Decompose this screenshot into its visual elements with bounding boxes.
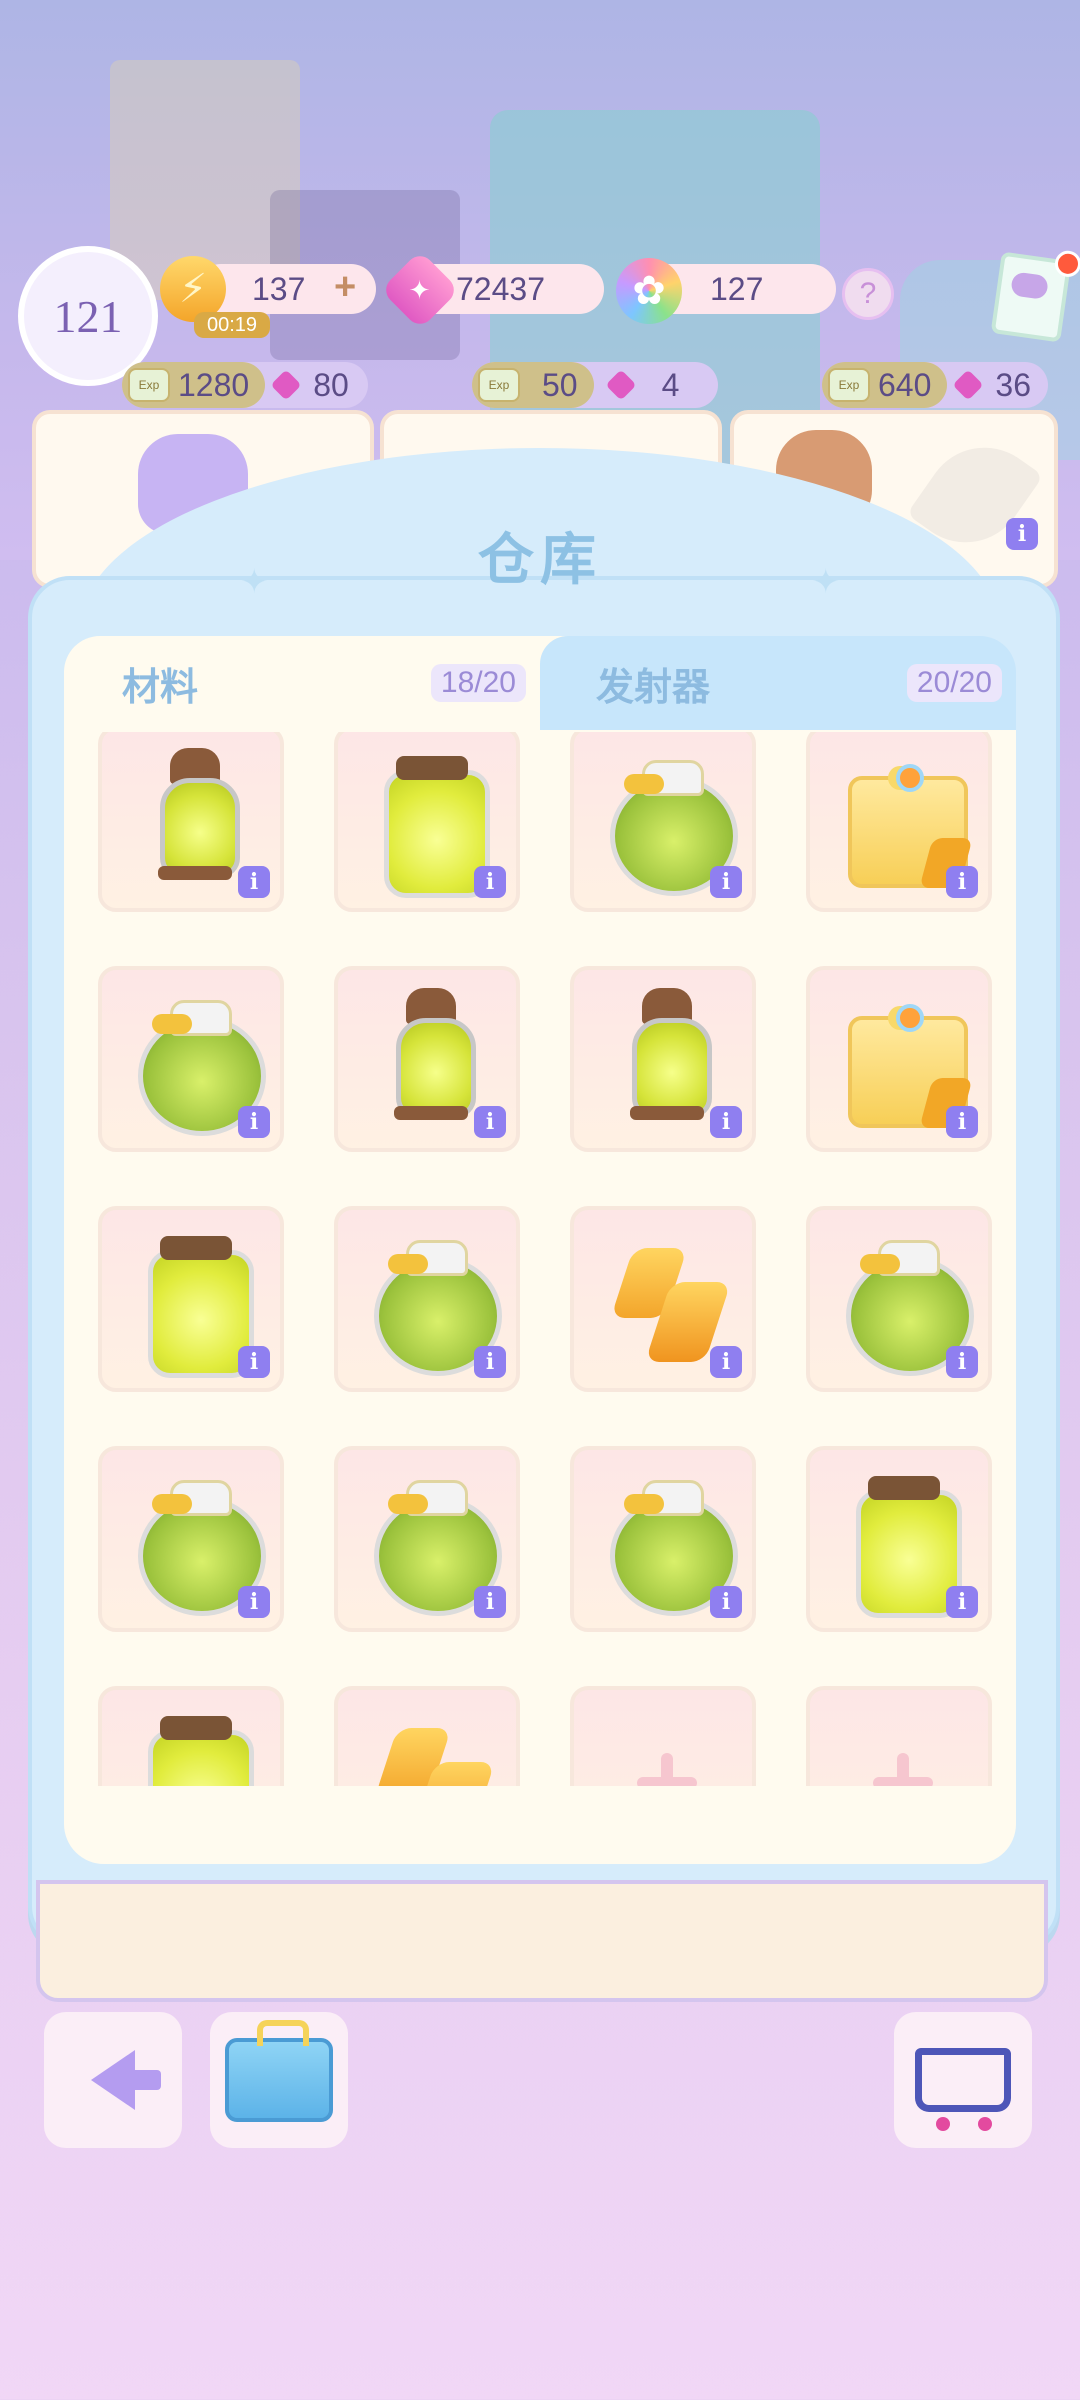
order-reward-1: Exp 1280 80: [122, 362, 368, 408]
info-icon[interactable]: i: [710, 1106, 742, 1138]
pink-gem-icon: [605, 369, 637, 401]
exp-value: 1280: [178, 366, 250, 403]
info-icon[interactable]: i: [474, 1346, 506, 1378]
item-slot[interactable]: i: [98, 1206, 284, 1392]
info-icon[interactable]: i: [238, 1346, 270, 1378]
item-slot[interactable]: i: [98, 732, 284, 912]
energy-value: 137: [252, 270, 306, 307]
toolbox-button[interactable]: [210, 2012, 348, 2148]
info-icon[interactable]: i: [474, 1106, 506, 1138]
tab-emitters-count: 20/20: [906, 664, 1002, 702]
item-slot[interactable]: i: [98, 966, 284, 1152]
info-icon[interactable]: i: [710, 1346, 742, 1378]
tab-materials-label: 材料: [122, 666, 199, 709]
info-icon[interactable]: i: [946, 866, 978, 898]
energy-timer: 00:19: [194, 312, 270, 338]
exp-chip: Exp 50: [472, 362, 594, 408]
info-icon[interactable]: i: [238, 1586, 270, 1618]
info-icon[interactable]: i: [474, 866, 506, 898]
gem-reward-value: 4: [661, 366, 680, 403]
info-icon[interactable]: i: [946, 1586, 978, 1618]
tab-emitters[interactable]: 发射器 20/20: [540, 636, 1016, 730]
item-slot[interactable]: i: [806, 1206, 992, 1392]
info-icon[interactable]: i: [238, 1106, 270, 1138]
tab-materials[interactable]: 材料 18/20: [64, 636, 540, 730]
info-icon[interactable]: i: [238, 866, 270, 898]
back-arrow-icon: [91, 2050, 161, 2110]
help-button[interactable]: ?: [842, 268, 894, 320]
add-energy-button[interactable]: +: [334, 266, 356, 309]
gem-reward-value: 36: [995, 366, 1031, 403]
item-slot[interactable]: i: [806, 1446, 992, 1632]
sparkle-icon: ✦: [811, 563, 841, 601]
add-slot-icon: [637, 1753, 697, 1786]
info-icon[interactable]: i: [946, 1106, 978, 1138]
gem-reward-value: 80: [313, 366, 349, 403]
exp-chip: Exp 640: [822, 362, 948, 408]
card-album-button[interactable]: [990, 249, 1080, 343]
info-icon[interactable]: i: [710, 866, 742, 898]
item-slot[interactable]: i: [806, 966, 992, 1152]
add-slot-icon: [873, 1753, 933, 1786]
back-button[interactable]: [44, 2012, 182, 2148]
warehouse-title: 仓库: [478, 527, 602, 593]
toolbox-icon: [225, 2020, 333, 2122]
item-slot[interactable]: i: [570, 1446, 756, 1632]
sparkle-icon: ✦: [240, 563, 269, 601]
pink-gem-icon: [952, 369, 984, 401]
tab-materials-count: 18/20: [430, 664, 526, 702]
item-slot[interactable]: i: [334, 1206, 520, 1392]
jar-icon: [130, 1708, 260, 1786]
lightning-bolts-icon: [366, 1708, 496, 1786]
order-reward-3: Exp 640 36: [822, 362, 1048, 408]
pink-gem-icon: [270, 369, 302, 401]
order-reward-2: Exp 50 4: [472, 362, 718, 408]
exp-icon: Exp: [478, 368, 520, 402]
item-slot[interactable]: i: [570, 732, 756, 912]
cloud-icon: [1010, 271, 1050, 301]
tab-emitters-label: 发射器: [596, 666, 711, 709]
exp-icon: Exp: [128, 368, 170, 402]
info-icon[interactable]: i: [474, 1586, 506, 1618]
player-level: 121: [53, 290, 123, 342]
item-slot[interactable]: i: [334, 1686, 520, 1786]
exp-value: 50: [542, 366, 578, 403]
shop-cart-button[interactable]: [894, 2012, 1032, 2148]
item-slot[interactable]: i: [570, 1206, 756, 1392]
info-icon[interactable]: i: [946, 1346, 978, 1378]
item-slot[interactable]: i: [334, 732, 520, 912]
item-slot[interactable]: i: [570, 966, 756, 1152]
shopping-cart-icon: [915, 2048, 1011, 2131]
shop-counter: [36, 1880, 1048, 2002]
exp-chip: Exp 1280: [122, 362, 266, 408]
warehouse-title-banner: ✦ 仓库 ✦: [240, 500, 840, 610]
item-slot[interactable]: i: [334, 1446, 520, 1632]
exp-value: 640: [878, 366, 932, 403]
item-slot[interactable]: i: [98, 1686, 284, 1786]
warehouse-item-grid: iiiiiiiiiiiiiiiiii: [64, 732, 1016, 1786]
star-value: 127: [710, 270, 764, 307]
info-icon[interactable]: i: [710, 1586, 742, 1618]
info-icon[interactable]: i: [1006, 518, 1038, 550]
empty-item-slot[interactable]: [806, 1686, 992, 1786]
gem-value: 72437: [456, 270, 545, 307]
rainbow-star-icon: ✿: [616, 258, 682, 324]
item-slot[interactable]: i: [98, 1446, 284, 1632]
item-slot[interactable]: i: [806, 732, 992, 912]
exp-icon: Exp: [828, 368, 870, 402]
empty-item-slot[interactable]: [570, 1686, 756, 1786]
item-slot[interactable]: i: [334, 966, 520, 1152]
